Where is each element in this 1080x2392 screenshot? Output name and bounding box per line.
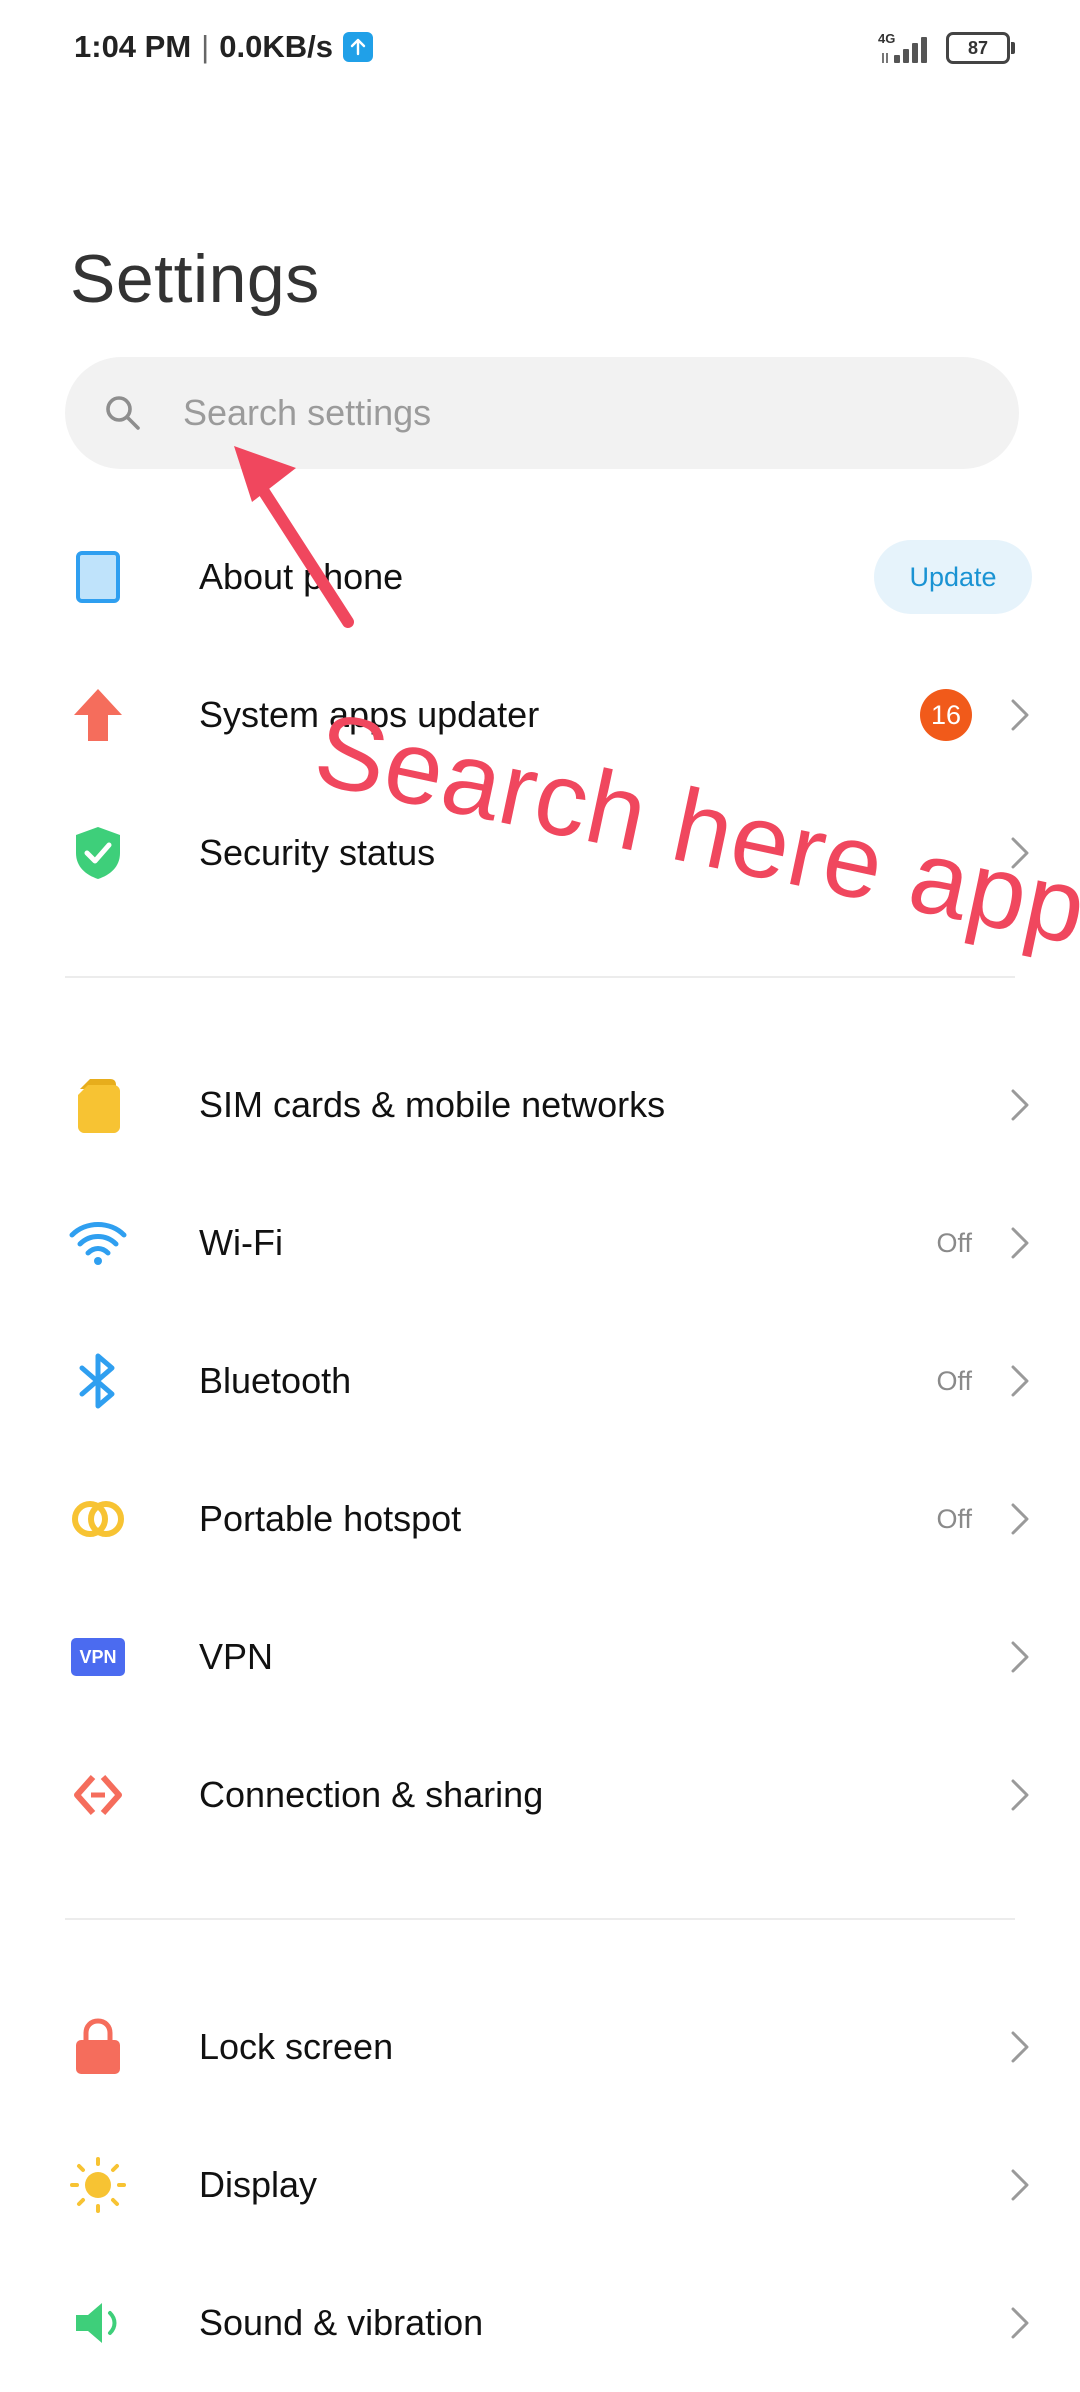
hotspot-status: Off bbox=[936, 1503, 972, 1534]
chevron-right-icon bbox=[1006, 2027, 1034, 2067]
row-label: Portable hotspot bbox=[199, 1498, 462, 1539]
row-label: Lock screen bbox=[199, 2026, 394, 2067]
battery-icon: 87 bbox=[946, 32, 1015, 64]
status-time: 1:04 PM bbox=[74, 29, 192, 64]
hotspot-icon bbox=[68, 1489, 128, 1549]
row-label: Wi-Fi bbox=[199, 1222, 283, 1263]
row-vpn[interactable]: VPN VPN bbox=[0, 1588, 1080, 1726]
bluetooth-status: Off bbox=[936, 1365, 972, 1396]
row-lock-screen[interactable]: Lock screen bbox=[0, 1978, 1080, 2116]
battery-level: 87 bbox=[967, 37, 989, 58]
status-right: 4G 87 bbox=[878, 28, 1015, 68]
vpn-icon: VPN bbox=[68, 1627, 128, 1687]
update-count-badge: 16 bbox=[920, 689, 972, 741]
search-icon bbox=[101, 391, 145, 435]
row-sound-vibration[interactable]: Sound & vibration bbox=[0, 2254, 1080, 2392]
chevron-right-icon bbox=[1006, 2165, 1034, 2205]
row-portable-hotspot[interactable]: Portable hotspot Off bbox=[0, 1450, 1080, 1588]
chevron-right-icon bbox=[1006, 695, 1034, 735]
row-label: Display bbox=[199, 2164, 318, 2205]
search-input[interactable] bbox=[181, 391, 965, 435]
wifi-status: Off bbox=[936, 1227, 972, 1258]
sim-card-icon bbox=[68, 1075, 128, 1135]
chevron-right-icon bbox=[1006, 2303, 1034, 2343]
lock-icon bbox=[68, 2017, 128, 2077]
vpn-icon-label: VPN bbox=[71, 1638, 125, 1676]
section-divider bbox=[65, 976, 1015, 978]
row-label: Sound & vibration bbox=[199, 2302, 484, 2343]
speaker-icon bbox=[68, 2293, 128, 2353]
status-left: 1:04 PM | 0.0KB/s bbox=[74, 26, 373, 68]
row-label: Security status bbox=[199, 832, 436, 873]
signal-icon: 4G bbox=[878, 31, 932, 65]
row-bluetooth[interactable]: Bluetooth Off bbox=[0, 1312, 1080, 1450]
chevron-right-icon bbox=[1006, 1499, 1034, 1539]
phone-icon bbox=[68, 547, 128, 607]
section-divider bbox=[65, 1918, 1015, 1920]
update-button[interactable]: Update bbox=[874, 540, 1032, 614]
row-display[interactable]: Display bbox=[0, 2116, 1080, 2254]
row-wifi[interactable]: Wi-Fi Off bbox=[0, 1174, 1080, 1312]
chevron-right-icon bbox=[1006, 1637, 1034, 1677]
page-title: Settings bbox=[70, 241, 320, 317]
row-label: Bluetooth bbox=[199, 1360, 352, 1401]
shield-check-icon bbox=[68, 823, 128, 883]
row-connection-sharing[interactable]: Connection & sharing bbox=[0, 1726, 1080, 1864]
row-label: VPN bbox=[199, 1636, 274, 1677]
up-arrow-icon bbox=[68, 685, 128, 745]
search-bar[interactable] bbox=[65, 357, 1019, 469]
row-about-phone[interactable]: About phone Update bbox=[0, 508, 1080, 646]
upload-icon bbox=[342, 32, 373, 62]
row-label: Connection & sharing bbox=[199, 1774, 544, 1815]
row-sim-cards[interactable]: SIM cards & mobile networks bbox=[0, 1036, 1080, 1174]
row-label: SIM cards & mobile networks bbox=[199, 1084, 666, 1125]
sun-icon bbox=[68, 2155, 128, 2215]
chevron-right-icon bbox=[1006, 1775, 1034, 1815]
status-separator: | bbox=[201, 29, 210, 64]
chevron-right-icon bbox=[1006, 1361, 1034, 1401]
bluetooth-icon bbox=[68, 1351, 128, 1411]
chevron-right-icon bbox=[1006, 1085, 1034, 1125]
network-type: 4G bbox=[878, 31, 896, 46]
connection-sharing-icon bbox=[68, 1765, 128, 1825]
annotation-arrow-icon bbox=[234, 446, 354, 628]
status-bar: 1:04 PM | 0.0KB/s 4G 87 bbox=[0, 0, 1080, 92]
network-speed: 0.0KB/s bbox=[219, 29, 333, 64]
chevron-right-icon bbox=[1006, 1223, 1034, 1263]
wifi-icon bbox=[68, 1213, 128, 1273]
